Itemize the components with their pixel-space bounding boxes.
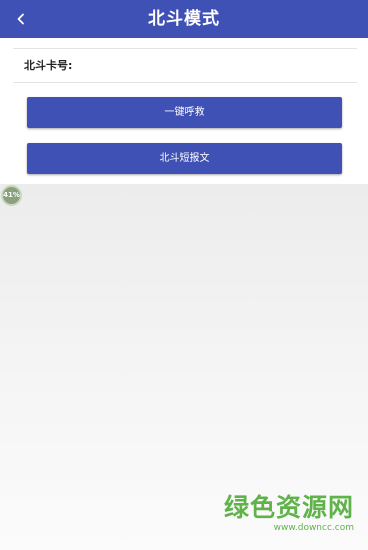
- short-message-button[interactable]: 北斗短报文: [27, 143, 342, 174]
- app-bar: 北斗模式: [0, 0, 368, 38]
- watermark: 绿色资源网 www.downcc.com: [224, 494, 354, 534]
- beidou-card-label: 北斗卡号:: [24, 59, 73, 72]
- page-title: 北斗模式: [148, 9, 220, 29]
- sos-button[interactable]: 一键呼救: [27, 97, 342, 128]
- watermark-title: 绿色资源网: [223, 493, 354, 522]
- watermark-url: www.downcc.com: [273, 523, 354, 533]
- beidou-card-row: 北斗卡号:: [13, 48, 357, 83]
- progress-badge: 41%: [1, 185, 22, 206]
